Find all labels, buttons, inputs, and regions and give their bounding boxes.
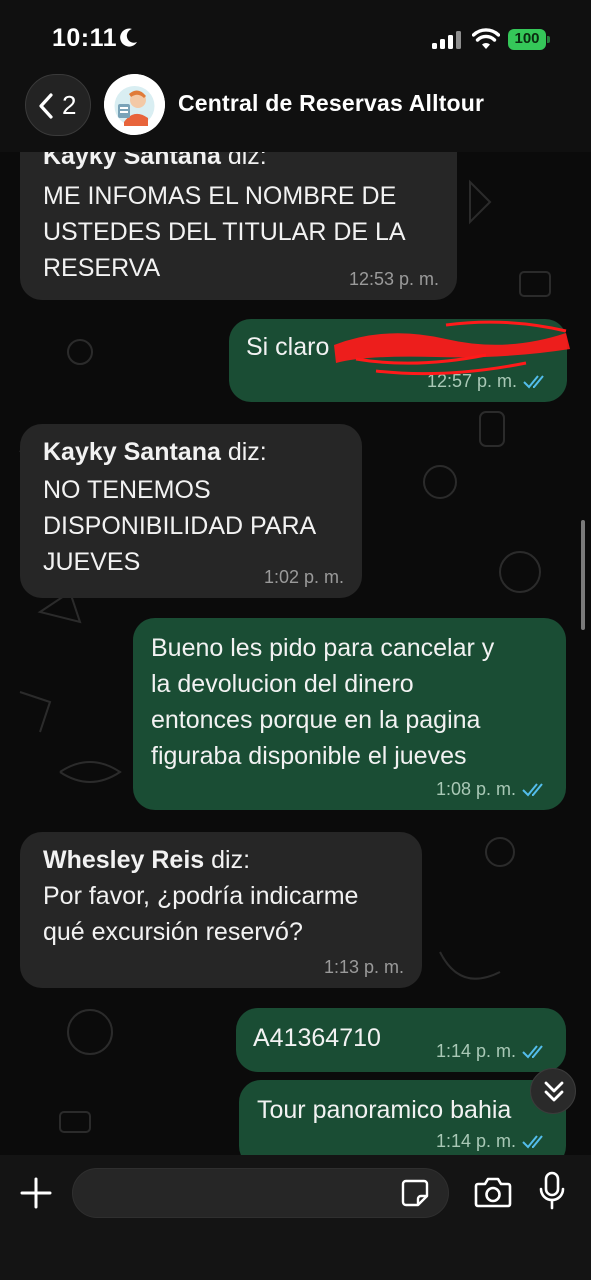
contact-name[interactable]: Central de Reservas Alltour xyxy=(178,90,484,117)
message-meta: 1:14 p. m. xyxy=(436,1131,548,1152)
message-time: 12:53 p. m. xyxy=(348,269,439,289)
message-text: NO TENEMOS DISPONIBILIDAD PARA JUEVES xyxy=(43,476,317,576)
redaction-scribble xyxy=(334,320,570,376)
message-meta: 1:13 p. m. xyxy=(324,957,404,978)
message-bubble-incoming[interactable]: Kayky Santana diz: ME INFOMAS EL NOMBRE … xyxy=(20,152,457,300)
message-text: A41364710 xyxy=(253,1024,381,1052)
microphone-icon[interactable] xyxy=(538,1171,566,1211)
message-time: 1:02 p. m. xyxy=(263,567,344,587)
message-time: 1:08 p. m. xyxy=(435,779,516,799)
double-chevron-down-icon xyxy=(544,1081,564,1102)
message-bubble-outgoing[interactable]: A41364710 1:14 p. m. xyxy=(236,1008,566,1072)
camera-icon[interactable] xyxy=(474,1176,512,1208)
message-time: 1:13 p. m. xyxy=(323,957,404,977)
message-text: Si claro xyxy=(246,333,330,361)
message-bubble-incoming[interactable]: Whesley Reis diz: Por favor, ¿podría ind… xyxy=(20,832,422,988)
avatar[interactable] xyxy=(104,74,165,135)
chat-header: 2 Central de Reservas Alltour xyxy=(0,72,591,152)
double-check-icon xyxy=(522,1134,543,1148)
battery-indicator: 100 xyxy=(508,29,550,50)
chevron-left-icon xyxy=(39,93,53,119)
message-sender: Kayky Santana diz: xyxy=(43,152,267,170)
double-check-icon xyxy=(522,1044,543,1058)
back-button[interactable]: 2 xyxy=(25,74,91,136)
status-bar: 10:11 100 xyxy=(0,0,591,72)
avatar-image xyxy=(104,74,165,135)
message-meta: 12:53 p. m. xyxy=(349,269,439,290)
battery-level: 100 xyxy=(514,30,540,47)
message-sender: Kayky Santana diz: xyxy=(43,438,267,466)
sticker-icon[interactable] xyxy=(400,1178,430,1208)
wifi-icon xyxy=(472,28,500,49)
message-meta: 1:14 p. m. xyxy=(436,1041,548,1062)
chat-area[interactable]: Kayky Santana diz: ME INFOMAS EL NOMBRE … xyxy=(0,152,591,1155)
signal-icon xyxy=(432,31,461,49)
double-check-icon xyxy=(522,782,543,796)
message-sender: Whesley Reis diz: xyxy=(43,846,251,874)
status-time: 10:11 xyxy=(52,24,118,52)
plus-icon[interactable] xyxy=(18,1175,54,1211)
message-bubble-outgoing[interactable]: Tour panoramico bahia 1:14 p. m. xyxy=(239,1080,566,1155)
message-text: Por favor, ¿podría indicarme qué excursi… xyxy=(43,882,359,946)
message-meta: 1:08 p. m. xyxy=(436,779,548,800)
message-input[interactable] xyxy=(72,1168,449,1218)
message-time: 1:14 p. m. xyxy=(435,1041,516,1061)
message-bubble-outgoing[interactable]: Bueno les pido para cancelar y la devolu… xyxy=(133,618,566,810)
message-text: Bueno les pido para cancelar y la devolu… xyxy=(151,634,495,770)
message-bubble-incoming[interactable]: Kayky Santana diz: NO TENEMOS DISPONIBIL… xyxy=(20,424,362,598)
message-time: 1:14 p. m. xyxy=(435,1131,516,1151)
scroll-to-bottom-button[interactable] xyxy=(530,1068,576,1114)
moon-icon xyxy=(120,28,137,47)
message-text: Tour panoramico bahia xyxy=(257,1096,512,1124)
message-meta: 1:02 p. m. xyxy=(264,567,344,588)
scroll-indicator[interactable] xyxy=(581,520,585,630)
input-bar xyxy=(0,1155,591,1280)
unread-count: 2 xyxy=(62,90,77,120)
